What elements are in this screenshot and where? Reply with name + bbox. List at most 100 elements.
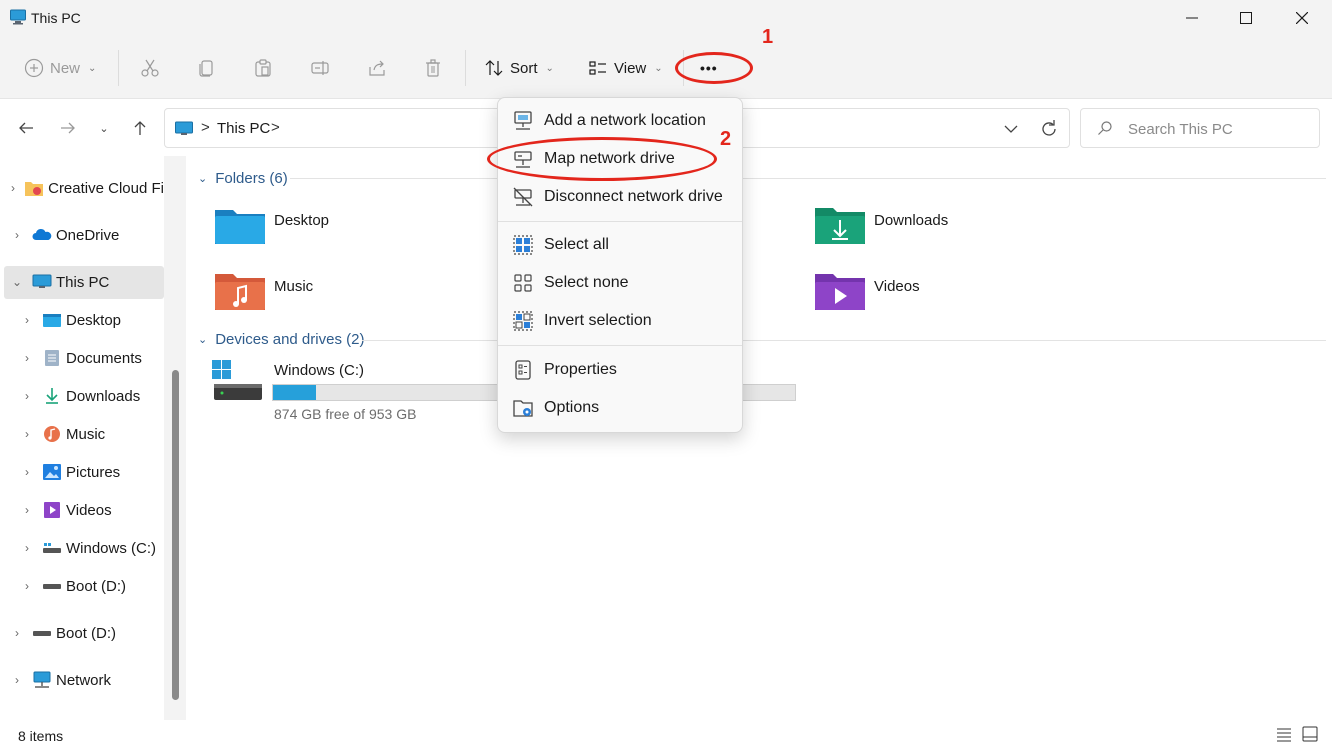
- folder-name: Music: [274, 278, 314, 295]
- devices-group-header[interactable]: ⌄ Devices and drives (2): [198, 331, 364, 348]
- search-placeholder: Search This PC: [1128, 121, 1233, 138]
- paste-button[interactable]: [253, 54, 273, 82]
- sort-label: Sort: [510, 59, 538, 77]
- breadcrumb-separator[interactable]: >: [271, 119, 280, 136]
- arrow-up-icon: [134, 121, 146, 135]
- sidebar-item-videos[interactable]: › Videos: [20, 493, 164, 527]
- details-view-icon[interactable]: [1276, 726, 1292, 747]
- sidebar-item-boot-d[interactable]: › Boot (D:): [20, 569, 164, 603]
- sidebar-item-label: Downloads: [66, 387, 141, 405]
- recent-locations-button[interactable]: ⌄: [90, 116, 118, 140]
- folders-group-header[interactable]: ⌄ Folders (6): [198, 170, 288, 187]
- music-folder-icon: [215, 274, 265, 310]
- rename-button[interactable]: [310, 54, 330, 82]
- share-button[interactable]: [367, 54, 387, 82]
- forward-button[interactable]: [54, 116, 82, 140]
- minimize-button[interactable]: [1164, 0, 1220, 36]
- chevron-right-icon: ›: [25, 427, 29, 441]
- onedrive-cloud-icon: [32, 228, 52, 240]
- content-pane: ⌄ Folders (6) Desktop Downloads Music Vi…: [186, 156, 1332, 720]
- sidebar-item-label: Music: [66, 425, 106, 443]
- title-bar: This PC: [0, 0, 1332, 36]
- folder-desktop[interactable]: Desktop: [214, 206, 514, 260]
- drive-c-icon: [43, 543, 61, 553]
- network-location-icon: [514, 111, 532, 130]
- sidebar-item-label: Boot (D:): [66, 577, 127, 595]
- drive-icon: [33, 631, 51, 636]
- folder-music[interactable]: Music: [214, 272, 514, 326]
- menu-item-add-network-location[interactable]: Add a network location: [502, 103, 738, 139]
- maximize-button[interactable]: [1218, 0, 1274, 36]
- sidebar-item-onedrive[interactable]: › OneDrive: [10, 218, 164, 252]
- sidebar-item-creative-cloud[interactable]: › Creative Cloud Fi: [10, 171, 164, 205]
- monitor-icon: [175, 121, 193, 142]
- sidebar-item-label: Documents: [66, 349, 142, 367]
- sidebar-item-windows-c[interactable]: › Windows (C:): [20, 531, 164, 565]
- breadcrumb-separator: >: [201, 119, 210, 136]
- folder-downloads[interactable]: Downloads: [814, 206, 1114, 260]
- sidebar-item-pictures[interactable]: › Pictures: [20, 455, 164, 489]
- breadcrumb-this-pc[interactable]: This PC: [217, 120, 270, 137]
- tiles-view-icon[interactable]: [1302, 726, 1318, 747]
- documents-icon: [45, 350, 59, 366]
- menu-item-invert-selection[interactable]: Invert selection: [502, 303, 738, 339]
- desktop-folder-icon: [215, 210, 265, 244]
- annotation-number-2: 2: [720, 128, 732, 150]
- sidebar-item-label: This PC: [56, 273, 110, 291]
- videos-folder-icon: [815, 274, 865, 310]
- select-all-icon: [513, 235, 533, 255]
- sidebar-item-downloads[interactable]: › Downloads: [20, 379, 164, 413]
- sidebar-item-documents[interactable]: › Documents: [20, 341, 164, 375]
- this-pc-icon: [10, 9, 26, 30]
- menu-item-options[interactable]: Options: [502, 390, 738, 426]
- folder-videos[interactable]: Videos: [814, 272, 1114, 326]
- new-button[interactable]: New ⌄: [24, 54, 96, 82]
- address-history-chevron-icon[interactable]: [999, 117, 1023, 141]
- folder-name: Videos: [874, 278, 920, 295]
- arrow-right-icon: [61, 122, 75, 134]
- music-icon: [44, 426, 60, 442]
- sidebar-item-this-pc[interactable]: ⌄ This PC: [10, 265, 164, 299]
- menu-item-disconnect-network-drive[interactable]: Disconnect network drive: [502, 179, 738, 215]
- refresh-icon[interactable]: [1037, 117, 1061, 141]
- chevron-down-icon: ⌄: [88, 62, 97, 74]
- chevron-right-icon: ›: [25, 579, 29, 593]
- menu-item-select-none[interactable]: Select none: [502, 265, 738, 301]
- windows-drive-icon: [212, 360, 262, 400]
- chevron-down-icon: ⌄: [545, 62, 554, 74]
- search-input[interactable]: Search This PC: [1080, 108, 1320, 148]
- sidebar-item-desktop[interactable]: › Desktop: [20, 303, 164, 337]
- item-count: 8 items: [18, 728, 64, 744]
- sort-button[interactable]: Sort ⌄: [484, 54, 554, 82]
- view-button[interactable]: View ⌄: [588, 54, 663, 82]
- chevron-down-icon: ⌄: [99, 122, 109, 135]
- up-button[interactable]: [126, 116, 154, 140]
- close-button[interactable]: [1274, 0, 1330, 36]
- scrollbar-thumb[interactable]: [172, 370, 179, 700]
- navigation-pane: › Creative Cloud Fi › OneDrive ⌄ This PC…: [0, 156, 186, 720]
- chevron-down-icon: ⌄: [654, 62, 663, 74]
- chevron-down-icon: ⌄: [198, 173, 208, 185]
- copy-button[interactable]: [197, 54, 217, 82]
- drive-icon: [43, 584, 61, 589]
- clipboard-icon: [255, 59, 271, 77]
- cut-button[interactable]: [140, 54, 160, 82]
- sort-icon: [485, 60, 503, 76]
- sidebar-item-boot-d-root[interactable]: › Boot (D:): [10, 616, 164, 650]
- menu-item-label: Add a network location: [544, 112, 706, 129]
- chevron-right-icon: ›: [25, 503, 29, 517]
- view-label: View: [614, 59, 647, 77]
- delete-button[interactable]: [423, 54, 443, 82]
- chevron-right-icon: ›: [25, 389, 29, 403]
- menu-item-select-all[interactable]: Select all: [502, 227, 738, 263]
- menu-item-properties[interactable]: Properties: [502, 352, 738, 388]
- annotation-oval-map-drive: [487, 137, 717, 181]
- back-button[interactable]: [12, 116, 40, 140]
- menu-divider: [498, 221, 742, 222]
- chevron-right-icon: ›: [25, 313, 29, 327]
- network-icon: [33, 671, 51, 688]
- menu-item-label: Properties: [544, 361, 617, 378]
- sidebar-item-network[interactable]: › Network: [10, 663, 164, 697]
- rename-icon: [311, 61, 329, 75]
- sidebar-item-music[interactable]: › Music: [20, 417, 164, 451]
